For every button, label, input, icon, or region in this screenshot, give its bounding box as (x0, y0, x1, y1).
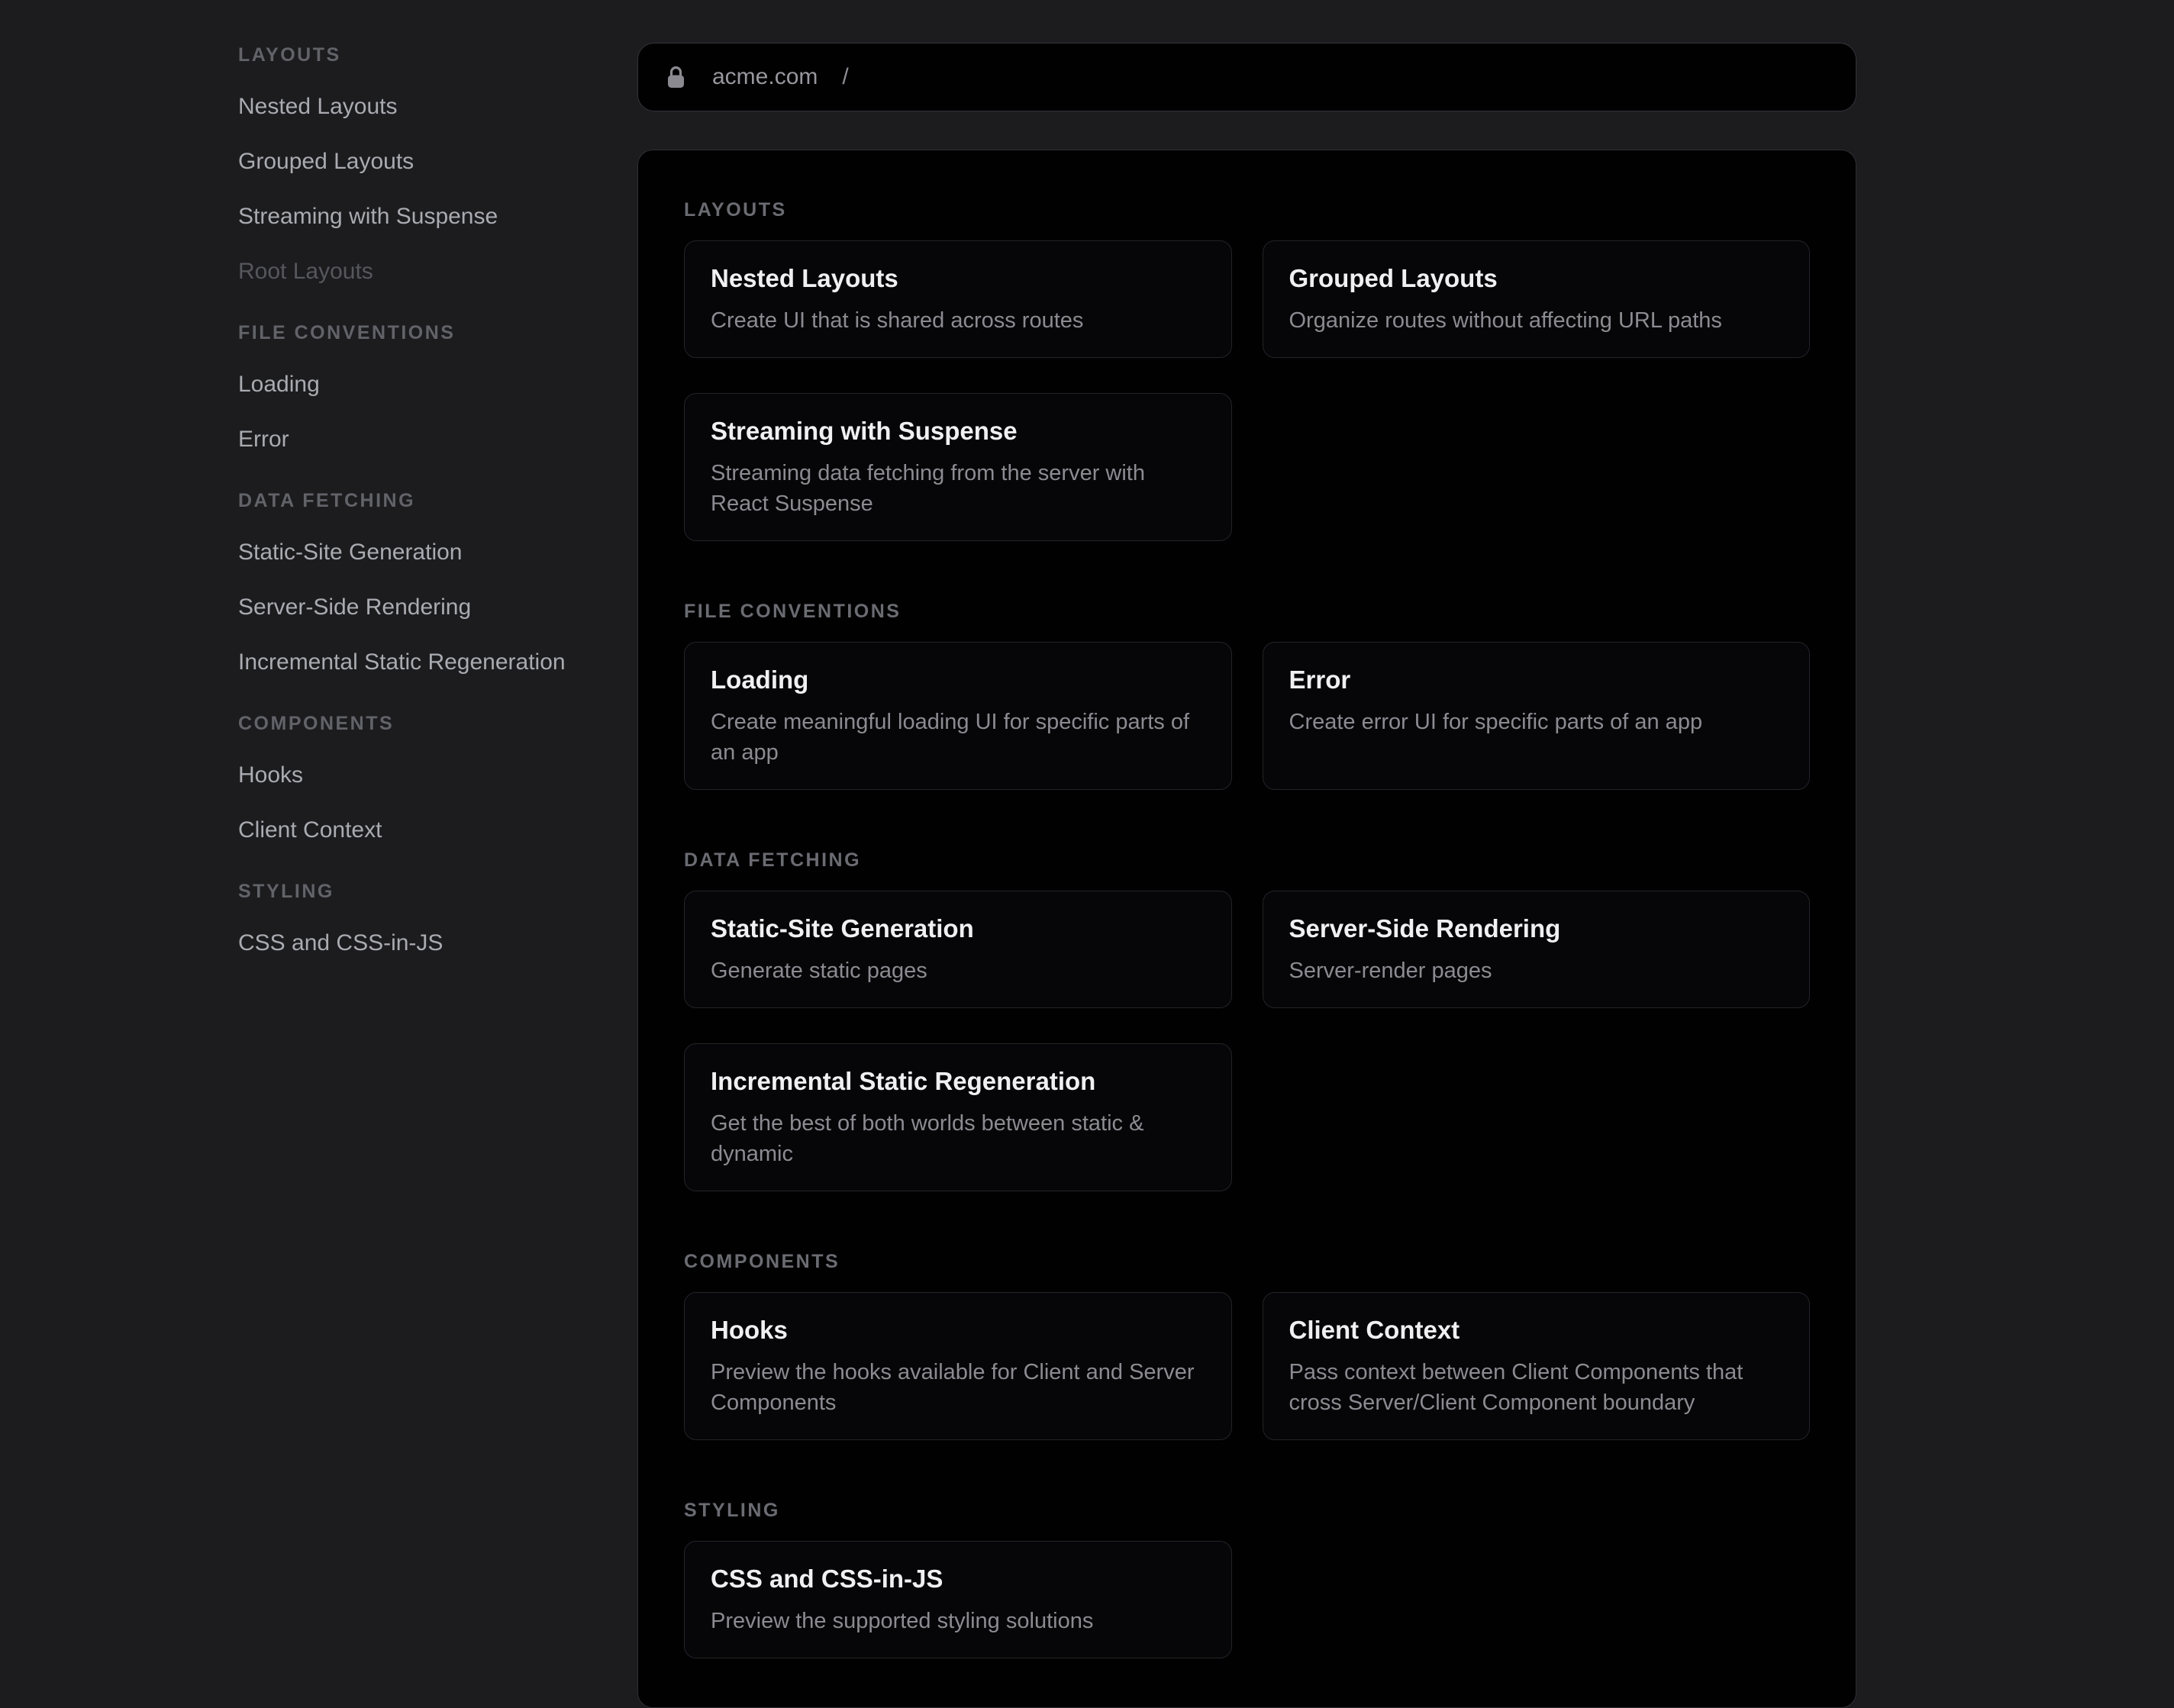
sidebar-section-styling: STYLING CSS and CSS-in-JS (238, 881, 605, 956)
sidebar-section-label: STYLING (238, 881, 605, 902)
card-description: Create error UI for specific parts of an… (1289, 707, 1784, 737)
card-grid: Loading Create meaningful loading UI for… (684, 642, 1810, 790)
main-panel: LAYOUTS Nested Layouts Create UI that is… (637, 150, 1856, 1708)
card-error[interactable]: Error Create error UI for specific parts… (1263, 642, 1811, 790)
card-title: Hooks (711, 1314, 1205, 1346)
card-title: Loading (711, 664, 1205, 696)
card-static-site-generation[interactable]: Static-Site Generation Generate static p… (684, 891, 1232, 1008)
card-grid: Static-Site Generation Generate static p… (684, 891, 1810, 1191)
card-grid: Hooks Preview the hooks available for Cl… (684, 1292, 1810, 1440)
address-domain: acme.com (712, 64, 818, 90)
card-title: Grouped Layouts (1289, 263, 1784, 295)
card-streaming-with-suspense[interactable]: Streaming with Suspense Streaming data f… (684, 393, 1232, 541)
sidebar-section-file-conventions: FILE CONVENTIONS Loading Error (238, 322, 605, 452)
sidebar-item-incremental-static-regeneration[interactable]: Incremental Static Regeneration (238, 650, 605, 675)
card-description: Get the best of both worlds between stat… (711, 1108, 1205, 1169)
sidebar: LAYOUTS Nested Layouts Grouped Layouts S… (238, 44, 605, 994)
sidebar-item-loading[interactable]: Loading (238, 372, 605, 397)
card-description: Create meaningful loading UI for specifi… (711, 707, 1205, 768)
sidebar-section-components: COMPONENTS Hooks Client Context (238, 713, 605, 843)
section-data-fetching: DATA FETCHING Static-Site Generation Gen… (684, 849, 1810, 1191)
card-description: Server-render pages (1289, 956, 1784, 986)
card-hooks[interactable]: Hooks Preview the hooks available for Cl… (684, 1292, 1232, 1440)
sidebar-item-static-site-generation[interactable]: Static-Site Generation (238, 540, 605, 565)
card-title: Error (1289, 664, 1784, 696)
section-label: FILE CONVENTIONS (684, 601, 1810, 622)
card-title: Streaming with Suspense (711, 415, 1205, 447)
sidebar-item-client-context[interactable]: Client Context (238, 818, 605, 843)
card-server-side-rendering[interactable]: Server-Side Rendering Server-render page… (1263, 891, 1811, 1008)
sidebar-section-label: FILE CONVENTIONS (238, 322, 605, 343)
card-title: Static-Site Generation (711, 913, 1205, 945)
card-client-context[interactable]: Client Context Pass context between Clie… (1263, 1292, 1811, 1440)
section-file-conventions: FILE CONVENTIONS Loading Create meaningf… (684, 601, 1810, 790)
card-description: Create UI that is shared across routes (711, 305, 1205, 336)
card-incremental-static-regeneration[interactable]: Incremental Static Regeneration Get the … (684, 1043, 1232, 1191)
section-label: STYLING (684, 1500, 1810, 1521)
sidebar-section-label: DATA FETCHING (238, 490, 605, 511)
sidebar-item-error[interactable]: Error (238, 427, 605, 452)
sidebar-item-grouped-layouts[interactable]: Grouped Layouts (238, 150, 605, 174)
card-description: Organize routes without affecting URL pa… (1289, 305, 1784, 336)
sidebar-item-nested-layouts[interactable]: Nested Layouts (238, 95, 605, 119)
sidebar-section-layouts: LAYOUTS Nested Layouts Grouped Layouts S… (238, 44, 605, 284)
sidebar-item-root-layouts: Root Layouts (238, 259, 605, 284)
sidebar-item-hooks[interactable]: Hooks (238, 763, 605, 788)
sidebar-section-data-fetching: DATA FETCHING Static-Site Generation Ser… (238, 490, 605, 675)
card-loading[interactable]: Loading Create meaningful loading UI for… (684, 642, 1232, 790)
card-description: Generate static pages (711, 956, 1205, 986)
content-stage: acme.com / LAYOUTS Nested Layouts Create… (637, 43, 1856, 1708)
card-nested-layouts[interactable]: Nested Layouts Create UI that is shared … (684, 240, 1232, 358)
card-description: Preview the hooks available for Client a… (711, 1357, 1205, 1418)
sidebar-item-streaming-with-suspense[interactable]: Streaming with Suspense (238, 205, 605, 229)
section-styling: STYLING CSS and CSS-in-JS Preview the su… (684, 1500, 1810, 1658)
card-title: CSS and CSS-in-JS (711, 1563, 1205, 1595)
card-description: Streaming data fetching from the server … (711, 458, 1205, 519)
sidebar-item-css-and-css-in-js[interactable]: CSS and CSS-in-JS (238, 931, 605, 956)
card-css-and-css-in-js[interactable]: CSS and CSS-in-JS Preview the supported … (684, 1541, 1232, 1658)
card-description: Preview the supported styling solutions (711, 1606, 1205, 1636)
sidebar-section-label: LAYOUTS (238, 44, 605, 66)
section-label: COMPONENTS (684, 1251, 1810, 1272)
card-grid: CSS and CSS-in-JS Preview the supported … (684, 1541, 1810, 1658)
card-title: Server-Side Rendering (1289, 913, 1784, 945)
card-grouped-layouts[interactable]: Grouped Layouts Organize routes without … (1263, 240, 1811, 358)
card-description: Pass context between Client Components t… (1289, 1357, 1784, 1418)
card-title: Nested Layouts (711, 263, 1205, 295)
section-components: COMPONENTS Hooks Preview the hooks avail… (684, 1251, 1810, 1440)
card-title: Client Context (1289, 1314, 1784, 1346)
address-bar: acme.com / (637, 43, 1856, 111)
section-label: DATA FETCHING (684, 849, 1810, 871)
card-grid: Nested Layouts Create UI that is shared … (684, 240, 1810, 541)
sidebar-section-label: COMPONENTS (238, 713, 605, 734)
section-label: LAYOUTS (684, 199, 1810, 221)
sidebar-item-server-side-rendering[interactable]: Server-Side Rendering (238, 595, 605, 620)
card-title: Incremental Static Regeneration (711, 1065, 1205, 1097)
section-layouts: LAYOUTS Nested Layouts Create UI that is… (684, 199, 1810, 541)
lock-icon (666, 65, 686, 90)
address-path: / (842, 64, 848, 90)
